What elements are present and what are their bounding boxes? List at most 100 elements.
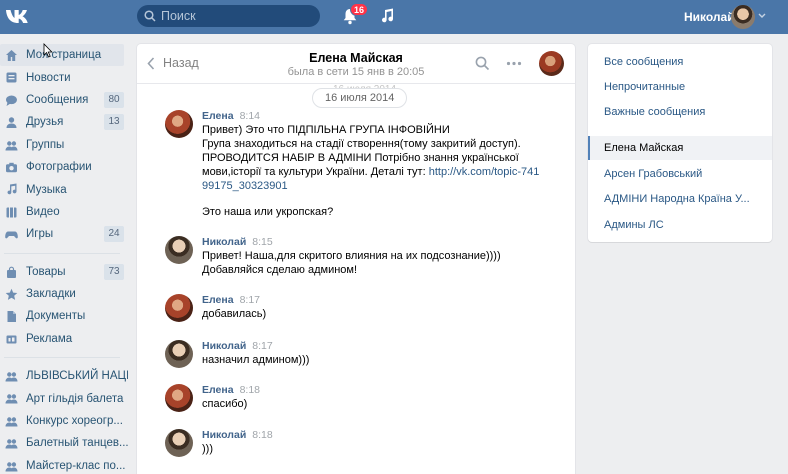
- filter-all-messages[interactable]: Все сообщения: [588, 50, 772, 74]
- message-author[interactable]: Елена: [202, 294, 234, 306]
- groups-icon: [5, 140, 18, 151]
- sidebar-item-video[interactable]: Видео: [0, 201, 128, 223]
- sidebar-item-label: Конкурс хореогр...: [26, 415, 123, 428]
- message-author[interactable]: Елена: [202, 384, 234, 396]
- author-avatar[interactable]: [165, 236, 193, 264]
- message-body: ))): [202, 442, 542, 456]
- filter-important[interactable]: Важные сообщения: [588, 100, 772, 124]
- dialog-item[interactable]: Елена Майская: [588, 136, 772, 160]
- message-meta: Николай 8:17: [202, 340, 273, 352]
- message-time: 8:17: [239, 294, 260, 306]
- gamepad-icon: [5, 231, 18, 239]
- message-line: назначил админом))): [202, 354, 310, 366]
- star-icon: [5, 288, 18, 300]
- message-author[interactable]: Елена: [202, 110, 234, 122]
- sidebar-community[interactable]: Арт гільдія балета: [0, 387, 128, 409]
- message-line: спасибо): [202, 398, 248, 410]
- sidebar-item-groups[interactable]: Группы: [0, 134, 128, 156]
- search-input[interactable]: Поиск: [137, 5, 320, 27]
- sidebar-item-label: Товары: [26, 265, 66, 278]
- community-icon: [5, 439, 18, 449]
- message-time: 8:18: [252, 429, 273, 441]
- message-line: ПРОВОДИТСЯ НАБІР В АДМІНИ Потрібно знанн…: [202, 152, 519, 164]
- community-icon: [5, 461, 18, 472]
- sidebar-community[interactable]: Конкурс хореогр...: [0, 410, 128, 432]
- chevron-down-icon[interactable]: [758, 13, 766, 19]
- friends-icon: [6, 117, 17, 129]
- bag-icon: [7, 266, 16, 278]
- user-avatar[interactable]: [731, 5, 755, 29]
- message-body: спасибо): [202, 397, 542, 411]
- author-avatar[interactable]: [165, 110, 193, 138]
- sidebar-item-friends[interactable]: Друзья 13: [0, 111, 128, 133]
- message-line: Добавляйся сделаю админом!: [202, 264, 358, 276]
- sidebar-item-goods[interactable]: Товары 73: [0, 261, 128, 283]
- more-icon[interactable]: [506, 61, 522, 66]
- sidebar-divider: [4, 252, 120, 254]
- sidebar-item-games[interactable]: Игры 24: [0, 223, 128, 245]
- sidebar-item-label: Видео: [26, 205, 60, 218]
- sidebar-item-label: Фотографии: [26, 161, 92, 174]
- sidebar-community[interactable]: ЛЬВІВСЬКИЙ НАЦІ...: [0, 365, 128, 387]
- date-divider: 16 июля 2014: [312, 88, 408, 108]
- message-line: Это наша или укропская?: [202, 206, 334, 218]
- sidebar-item-label: ЛЬВІВСЬКИЙ НАЦІ...: [26, 370, 128, 383]
- sidebar-item-documents[interactable]: Документы: [0, 305, 128, 327]
- message: Елена 8:17 добавилась): [165, 294, 555, 324]
- message-author[interactable]: Николай: [202, 340, 246, 352]
- sidebar-item-label: Закладки: [26, 288, 76, 301]
- message-meta: Елена 8:14: [202, 110, 260, 122]
- sidebar-item-label: Группы: [26, 138, 65, 151]
- author-avatar[interactable]: [165, 429, 193, 457]
- goods-count: 73: [104, 263, 124, 280]
- message-line: Привет! Наша,для скритого влияния на их …: [202, 250, 501, 262]
- message-line: ))): [202, 443, 213, 455]
- user-name[interactable]: Николай: [684, 10, 735, 24]
- sidebar-item-bookmarks[interactable]: Закладки: [0, 283, 128, 305]
- dialogs-panel: Все сообщения Непрочитанные Важные сообщ…: [588, 44, 772, 242]
- message-time: 8:17: [252, 340, 273, 352]
- sidebar-community[interactable]: Балетный танцев...: [0, 432, 128, 454]
- message: Елена 8:14 Привет) Это что ПІДПІЛЬНА ГРУП…: [165, 110, 555, 220]
- music-icon[interactable]: [380, 8, 394, 24]
- filter-unread[interactable]: Непрочитанные: [588, 75, 772, 99]
- sidebar-item-my-page[interactable]: Моя страница: [0, 44, 124, 67]
- message-author[interactable]: Николай: [202, 236, 246, 248]
- home-icon: [6, 50, 17, 61]
- sidebar-item-music[interactable]: Музыка: [0, 178, 128, 200]
- message-body: Привет! Наша,для скритого влияния на их …: [202, 249, 542, 277]
- sidebar-item-ads[interactable]: Реклама: [0, 328, 128, 350]
- message-line: Привет) Это что ПІДПІЛЬНА ГРУПА ІНФОВІЙН…: [202, 124, 450, 136]
- search-icon[interactable]: [475, 56, 490, 71]
- dialog-item[interactable]: Админы ЛС: [588, 213, 772, 237]
- sidebar-item-news[interactable]: Новости: [0, 66, 128, 88]
- sidebar-item-label: Майстер-клас по...: [26, 459, 126, 472]
- dialog-item[interactable]: АДМІНИ Народна Країна У...: [588, 187, 772, 211]
- message-line: Група знаходиться на стадії створення(то…: [202, 138, 521, 150]
- message: Николай 8:17 назначил админом))): [165, 340, 555, 370]
- notifications-badge: 16: [350, 3, 369, 16]
- community-icon: [5, 394, 18, 404]
- author-avatar[interactable]: [165, 384, 193, 412]
- friends-count: 13: [104, 114, 124, 131]
- search-placeholder: Поиск: [161, 9, 196, 23]
- sidebar-item-label: Арт гільдія балета: [26, 392, 124, 405]
- author-avatar[interactable]: [165, 294, 193, 322]
- sidebar-item-label: Документы: [26, 310, 86, 323]
- mouse-cursor-icon: [43, 43, 53, 58]
- sidebar-item-messages[interactable]: Сообщения 80: [0, 89, 128, 111]
- chat-avatar[interactable]: [539, 51, 564, 76]
- vk-logo-icon[interactable]: [4, 6, 32, 28]
- sidebar-item-label: Игры: [26, 228, 54, 241]
- message-author[interactable]: Николай: [202, 429, 246, 441]
- sidebar-item-label: Музыка: [26, 183, 67, 196]
- author-avatar[interactable]: [165, 340, 193, 368]
- sidebar-item-label: Реклама: [26, 332, 73, 345]
- sidebar-item-photos[interactable]: Фотографии: [0, 156, 128, 178]
- document-icon: [7, 311, 16, 323]
- sidebar-community[interactable]: Майстер-клас по...: [0, 455, 128, 474]
- community-icon: [5, 372, 18, 382]
- dialog-item[interactable]: Арсен Грабовський: [588, 162, 772, 186]
- games-count: 24: [104, 226, 124, 243]
- camera-icon: [6, 162, 17, 173]
